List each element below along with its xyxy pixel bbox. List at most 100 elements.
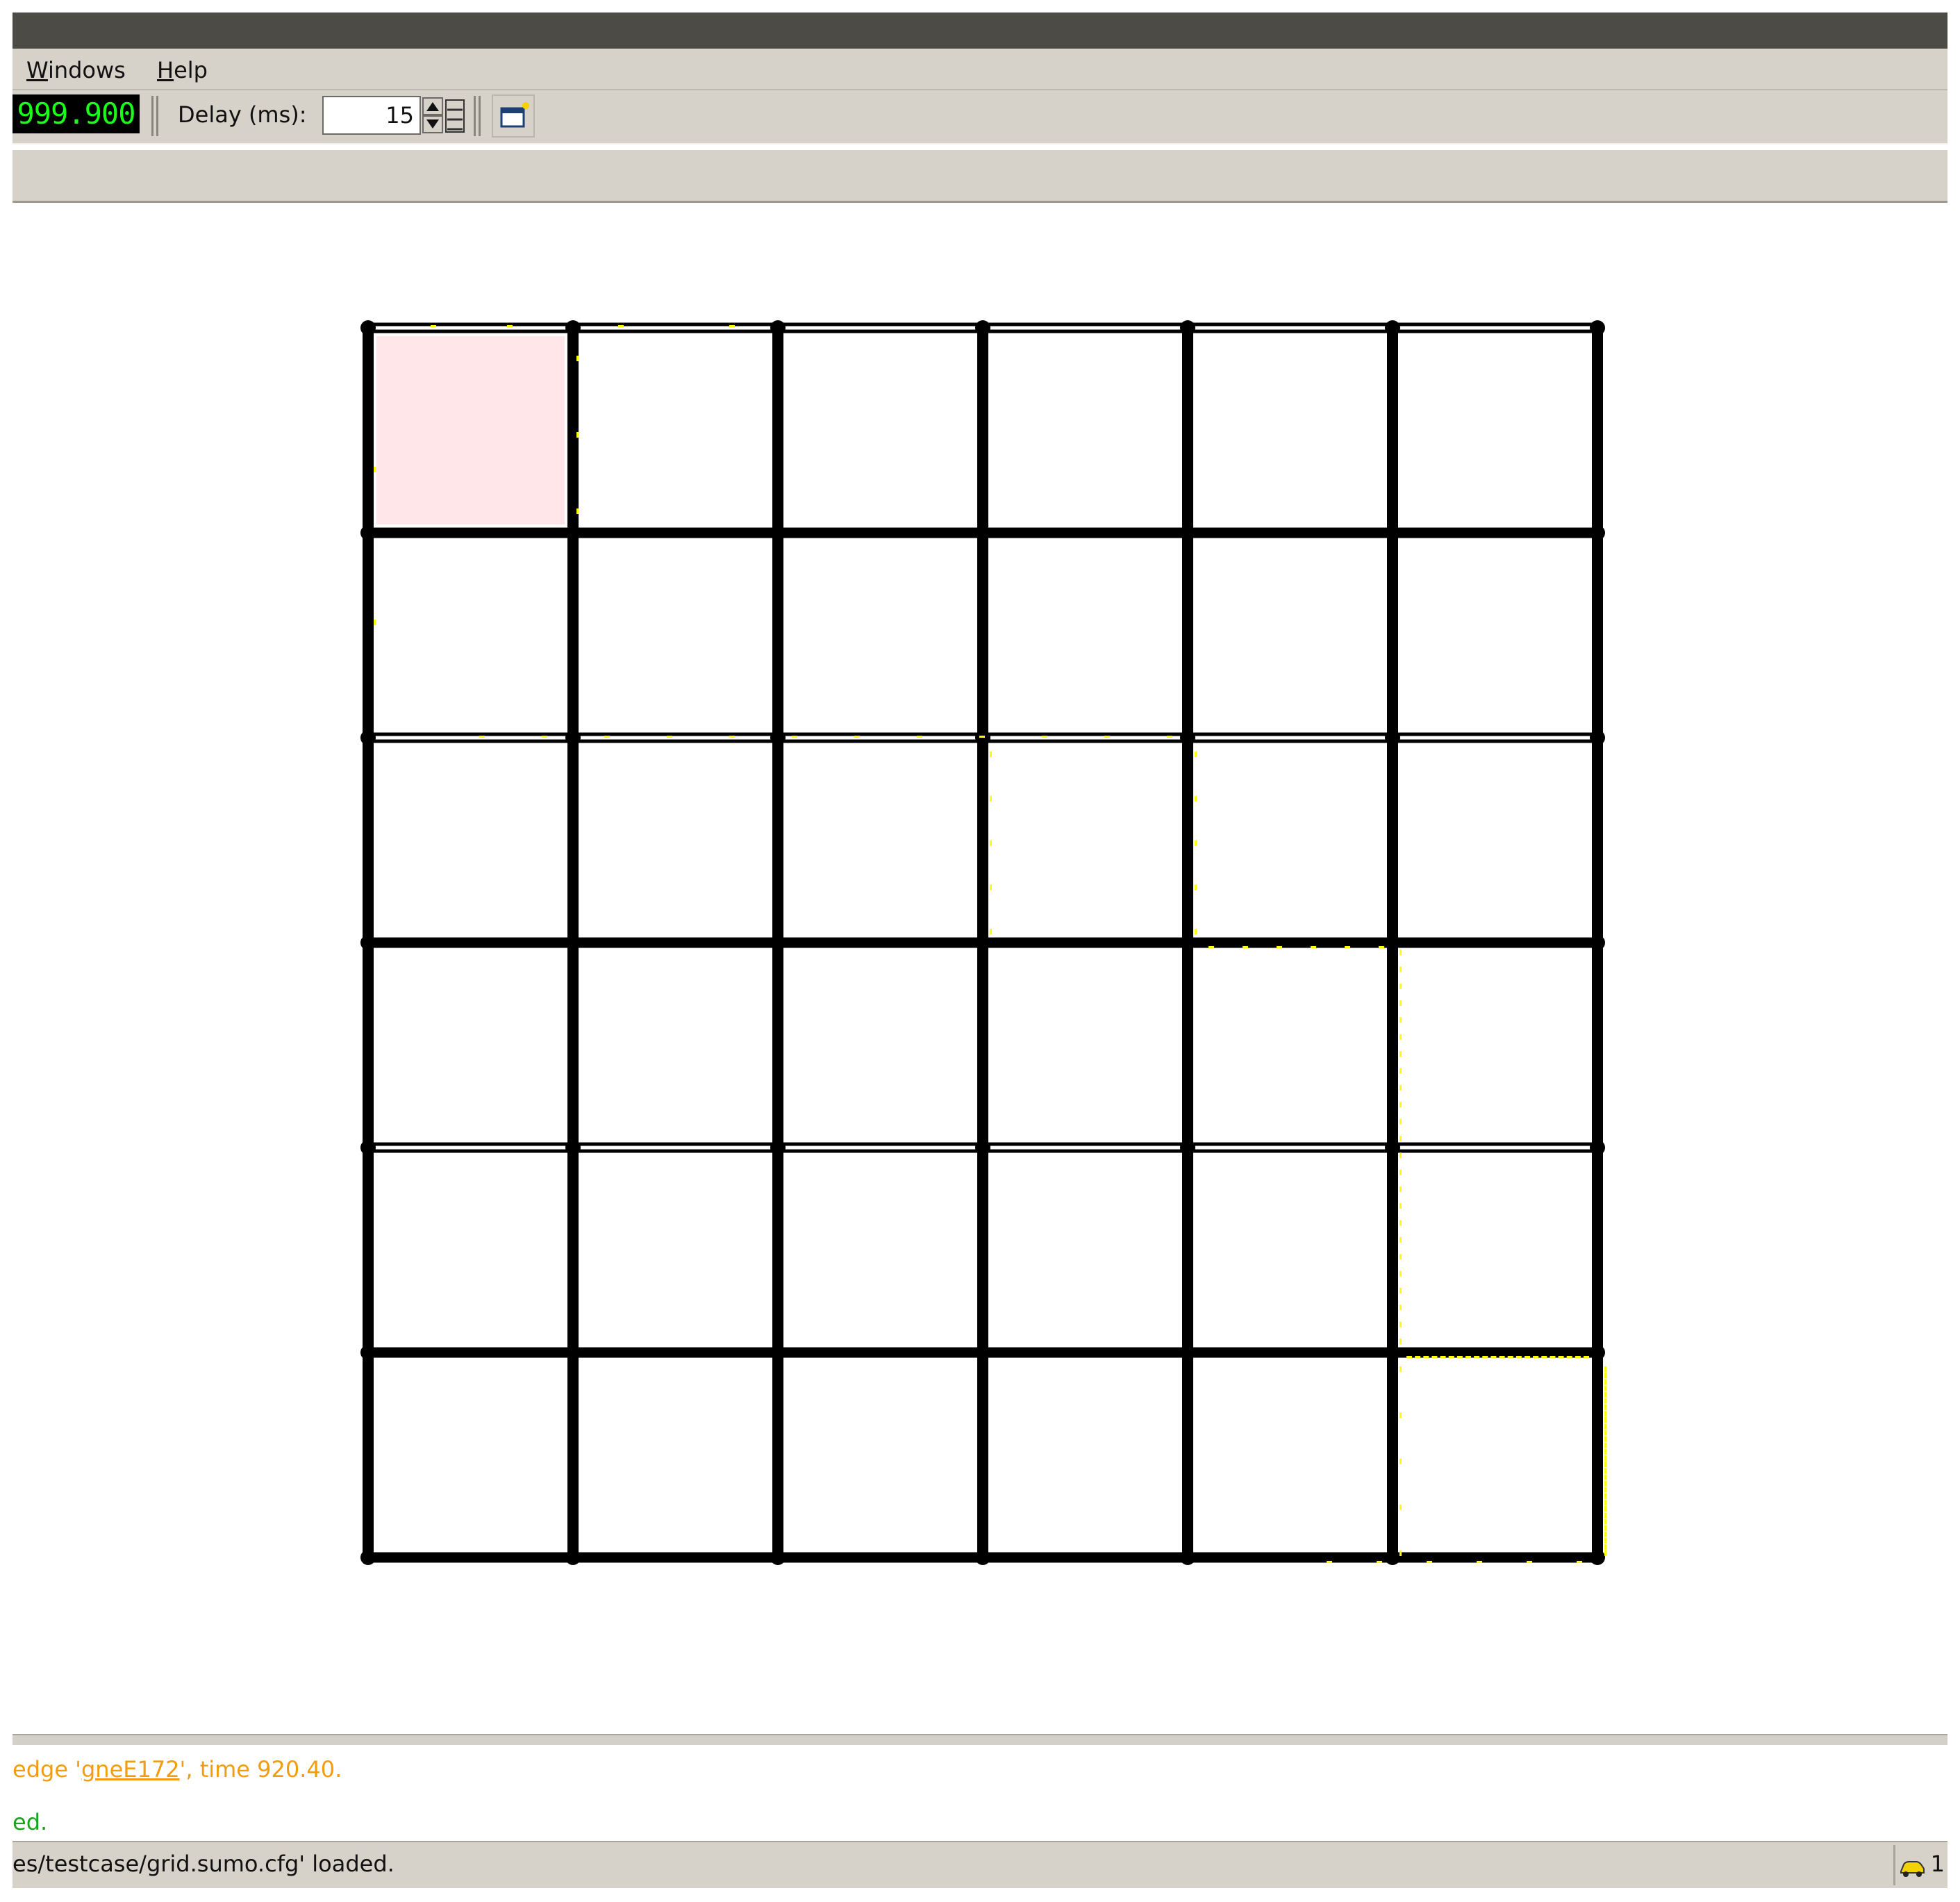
menu-windows-accel: W [26,57,48,83]
junction [1180,1550,1195,1565]
junction [360,1550,376,1565]
toolbar-grip[interactable] [474,96,481,136]
spinner-page-icon[interactable] [445,99,465,133]
vehicle [990,884,992,891]
menu-help[interactable]: Help [157,57,208,83]
toolbar-grip[interactable] [151,96,158,136]
vehicle [1400,1203,1402,1209]
info-message: ed. [13,1809,48,1835]
junction [1180,730,1195,745]
vehicle [1604,1391,1606,1398]
spinner-arrows-icon[interactable] [422,97,443,133]
junction [975,1345,990,1360]
vehicle [1604,1512,1606,1519]
new-view-button[interactable] [492,94,535,138]
vehicle [1400,950,1402,955]
network-view[interactable] [13,208,1947,1730]
vehicle [1400,1034,1402,1040]
vehicle [1604,1519,1606,1525]
vehicle [1604,1417,1606,1423]
junction [1385,320,1400,336]
junction [1590,1550,1605,1565]
vehicle [1400,1068,1402,1074]
vehicle [1604,1487,1606,1493]
vehicle [1195,840,1197,846]
vehicle [1400,1169,1402,1175]
vehicle [1465,1356,1471,1358]
vehicle [1400,1271,1402,1277]
delay-spinner[interactable] [422,97,443,133]
vehicle [990,795,992,802]
vehicle [1558,1356,1564,1358]
junction [975,935,990,950]
vehicle [1604,1544,1606,1550]
junction [360,935,376,950]
vehicle [1400,1305,1402,1311]
vehicle [1400,1366,1402,1372]
vehicle [1604,1550,1606,1556]
menu-windows[interactable]: Windows [26,57,126,83]
vehicle [1604,1455,1606,1461]
junction [770,1345,786,1360]
vehicle [1243,946,1248,948]
warning-prefix: edge ' [13,1756,81,1783]
menu-windows-rest: indows [47,57,126,83]
vehicle [990,929,992,934]
junction [565,525,581,540]
junction [360,1140,376,1155]
vehicle [1400,1118,1402,1125]
junction [975,1550,990,1565]
vehicle [1327,1561,1332,1563]
junction [770,730,786,745]
junction [360,320,376,336]
message-splitter[interactable] [13,1734,1947,1746]
junction [360,1345,376,1360]
new-view-icon [500,102,529,128]
vehicle [1533,1356,1539,1358]
vehicle [1604,1423,1606,1430]
vehicle [667,736,672,738]
vehicle [576,508,579,514]
junction [1385,1550,1400,1565]
vehicle [604,736,610,738]
junction [1385,730,1400,745]
vehicle [1377,1561,1382,1563]
toolbar: 999.900 Delay (ms): [13,90,1947,144]
vehicle [1604,1525,1606,1531]
highlighted-block [376,336,565,524]
vehicle [1604,1366,1606,1372]
junction [975,1140,990,1155]
vehicle [1400,1152,1402,1159]
junction [360,525,376,540]
vehicle [1104,736,1110,738]
vehicle-counter: 1 [1893,1845,1947,1885]
vehicle [1400,1550,1402,1556]
vehicle [1400,983,1402,989]
vehicle-count: 1 [1930,1851,1945,1877]
warning-message: edge 'gneE172', time 920.40. [13,1756,342,1783]
junction [1385,1140,1400,1155]
edge-link[interactable]: gneE172 [81,1756,180,1783]
vehicle [1209,946,1214,948]
vehicle [1345,946,1350,948]
vehicle [1400,1000,1402,1007]
vehicle [1490,1356,1497,1358]
vehicle [1477,1561,1482,1563]
vehicle [917,736,922,738]
vehicle [1604,1410,1606,1416]
junction [565,730,581,745]
vehicle [990,840,992,846]
vehicle [1541,1356,1547,1358]
delay-input[interactable] [322,96,421,135]
vehicle [792,736,797,738]
vehicle [1456,1356,1463,1358]
vehicle [1400,1220,1402,1226]
vehicle [1042,736,1047,738]
vehicle [1400,1504,1402,1510]
road-network-map[interactable] [13,208,1947,1730]
vehicle [1515,1356,1522,1358]
vehicle [1577,1561,1582,1563]
vehicle [854,736,860,738]
window-titlebar[interactable] [13,13,1947,49]
junction [1180,525,1195,540]
